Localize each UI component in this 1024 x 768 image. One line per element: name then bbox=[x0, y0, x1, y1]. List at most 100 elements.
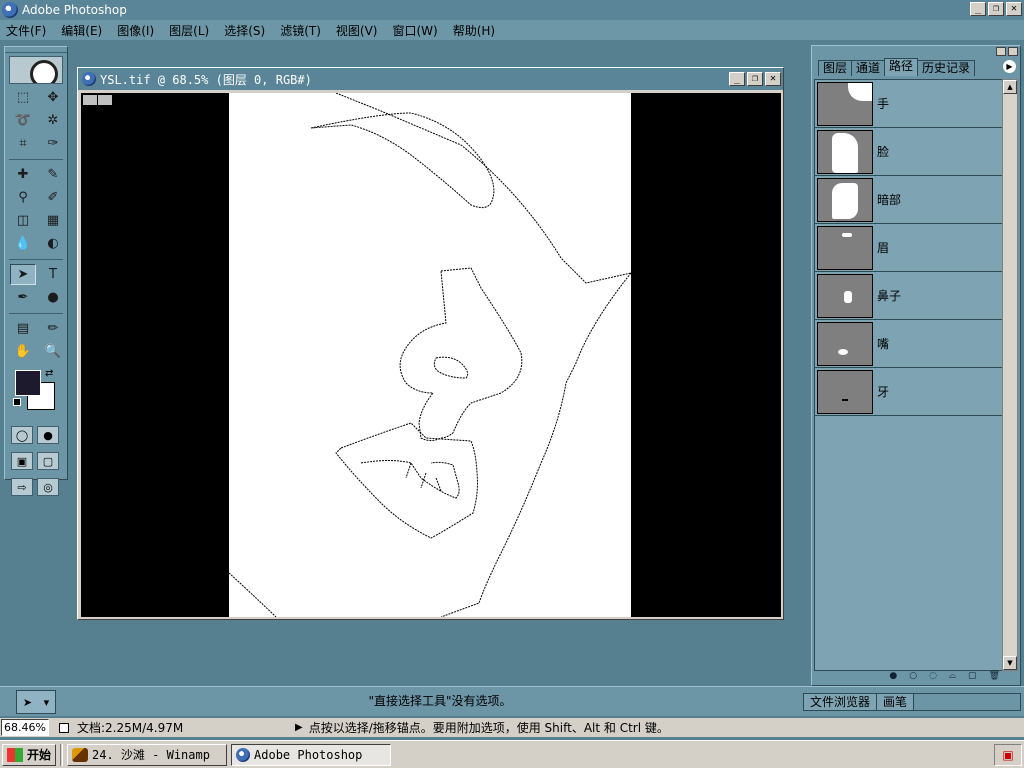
path-thumbnail bbox=[817, 273, 873, 318]
network-icon[interactable]: ▣ bbox=[1002, 748, 1013, 762]
standard-mode-icon[interactable]: ◯ bbox=[11, 426, 33, 444]
toolbox-divider bbox=[9, 154, 63, 160]
palette-footer: ● ○ ◌ ⌓ ▢ 🗑 bbox=[814, 671, 1018, 683]
chevron-down-icon: ▾ bbox=[43, 695, 50, 709]
tab-paths[interactable]: 路径 bbox=[884, 58, 919, 76]
status-menu-arrow-icon[interactable]: ▶ bbox=[295, 722, 303, 733]
menu-help[interactable]: 帮助(H) bbox=[453, 22, 495, 39]
screen-modes: ▣ ▢ bbox=[5, 448, 67, 474]
document-info-icon[interactable] bbox=[59, 722, 69, 733]
path-item-nose[interactable]: 鼻子 bbox=[815, 272, 1003, 320]
delete-path-icon[interactable]: 🗑 bbox=[989, 671, 1000, 683]
document-window-controls: _ ❐ ✕ bbox=[729, 72, 781, 86]
eyedropper-tool-icon[interactable]: ✏ bbox=[40, 318, 66, 339]
jump-to-row: ⇨ ◎ bbox=[5, 474, 67, 500]
menu-select[interactable]: 选择(S) bbox=[224, 22, 265, 39]
menu-window[interactable]: 窗口(W) bbox=[392, 22, 437, 39]
options-hint: "直接选择工具"没有选项。 bbox=[368, 694, 512, 708]
notes-tool-icon[interactable]: ▤ bbox=[10, 318, 36, 339]
menu-edit[interactable]: 编辑(E) bbox=[61, 22, 102, 39]
palette-grip[interactable] bbox=[812, 46, 1020, 58]
palette-menu-icon[interactable]: ▶ bbox=[1003, 60, 1016, 73]
history-brush-tool-icon[interactable]: ✐ bbox=[40, 187, 66, 208]
gradient-tool-icon[interactable]: ▦ bbox=[40, 210, 66, 231]
palette-close-button[interactable] bbox=[1008, 47, 1018, 56]
slice-tool-icon[interactable]: ✑ bbox=[40, 133, 66, 154]
blur-tool-icon[interactable]: 💧 bbox=[10, 233, 36, 254]
path-item-face[interactable]: 脸 bbox=[815, 128, 1003, 176]
tab-history[interactable]: 历史记录 bbox=[917, 60, 976, 76]
path-item-hand[interactable]: 手 bbox=[815, 80, 1003, 128]
path-name: 眉 bbox=[877, 241, 890, 255]
zoom-field[interactable]: 68.46% bbox=[1, 719, 49, 736]
pen-tool-icon[interactable]: ✒ bbox=[10, 287, 36, 308]
new-path-icon[interactable]: ▢ bbox=[968, 671, 977, 683]
menu-image[interactable]: 图像(I) bbox=[117, 22, 154, 39]
move-tool-icon[interactable]: ✥ bbox=[40, 87, 66, 108]
load-selection-icon[interactable]: ◌ bbox=[929, 671, 937, 683]
close-button[interactable]: ✕ bbox=[1006, 2, 1022, 16]
default-colors-icon[interactable] bbox=[13, 398, 21, 406]
path-thumbnail bbox=[817, 129, 873, 174]
tab-layers[interactable]: 图层 bbox=[818, 60, 853, 76]
tool-grid-util: ▤ ✏ ✋ 🔍 bbox=[5, 318, 67, 362]
make-work-path-icon[interactable]: ⌓ bbox=[949, 671, 956, 683]
path-item-teeth[interactable]: 牙 bbox=[815, 368, 1003, 416]
quick-mask-mode-icon[interactable]: ● bbox=[37, 426, 59, 444]
magic-wand-tool-icon[interactable]: ✲ bbox=[40, 110, 66, 131]
tool-preset-picker[interactable]: ➤ ▾ bbox=[16, 690, 56, 714]
full-screen-menu-mode-icon[interactable]: ▢ bbox=[37, 452, 59, 470]
hand-tool-icon[interactable]: ✋ bbox=[10, 341, 36, 362]
swap-colors-icon[interactable]: ⇄ bbox=[45, 368, 53, 379]
start-button[interactable]: 开始 bbox=[2, 743, 57, 766]
winamp-icon bbox=[72, 747, 89, 762]
brush-tool-icon[interactable]: ✎ bbox=[40, 164, 66, 185]
menu-layer[interactable]: 图层(L) bbox=[169, 22, 209, 39]
path-item-shadow[interactable]: 暗部 bbox=[815, 176, 1003, 224]
scroll-down-icon[interactable]: ▼ bbox=[1003, 656, 1017, 670]
lasso-tool-icon[interactable]: ➰ bbox=[10, 110, 36, 131]
jump-to-imageready-icon[interactable]: ⇨ bbox=[11, 478, 33, 496]
tab-brushes[interactable]: 画笔 bbox=[876, 693, 915, 711]
status-hint: 点按以选择/拖移锚点。要用附加选项，使用 Shift、Alt 和 Ctrl 键。 bbox=[308, 721, 669, 735]
doc-minimize-button[interactable]: _ bbox=[729, 72, 745, 86]
task-photoshop[interactable]: Adobe Photoshop bbox=[231, 743, 392, 766]
stroke-path-icon[interactable]: ○ bbox=[909, 671, 917, 683]
toolbox-grip[interactable] bbox=[5, 47, 67, 53]
path-item-mouth[interactable]: 嘴 bbox=[815, 320, 1003, 368]
doc-maximize-button[interactable]: ❐ bbox=[747, 72, 763, 86]
palette-minimize-button[interactable] bbox=[996, 47, 1006, 56]
adobe-online-icon[interactable] bbox=[9, 56, 63, 84]
quick-mask-modes: ◯ ● bbox=[5, 422, 67, 448]
tab-channels[interactable]: 通道 bbox=[851, 60, 886, 76]
image-canvas[interactable] bbox=[81, 93, 781, 617]
fill-path-icon[interactable]: ● bbox=[889, 671, 897, 683]
palette-scrollbar[interactable]: ▲ ▼ bbox=[1002, 79, 1018, 671]
tab-file-browser[interactable]: 文件浏览器 bbox=[803, 693, 878, 711]
doc-close-button[interactable]: ✕ bbox=[765, 72, 781, 86]
task-winamp[interactable]: 24. 沙滩 - Winamp bbox=[67, 743, 228, 766]
zoom-tool-icon[interactable]: 🔍 bbox=[40, 341, 66, 362]
ellipse-tool-icon[interactable]: ● bbox=[40, 287, 66, 308]
taskbar-divider bbox=[60, 743, 64, 766]
type-tool-icon[interactable]: T bbox=[40, 264, 66, 285]
menu-file[interactable]: 文件(F) bbox=[6, 22, 46, 39]
crop-tool-icon[interactable]: ⌗ bbox=[10, 133, 36, 154]
menu-filter[interactable]: 滤镜(T) bbox=[280, 22, 321, 39]
dodge-tool-icon[interactable]: ◐ bbox=[40, 233, 66, 254]
imageready-icon[interactable]: ◎ bbox=[37, 478, 59, 496]
direct-selection-tool-icon[interactable]: ➤ bbox=[10, 264, 36, 285]
healing-brush-tool-icon[interactable]: ✚ bbox=[10, 164, 36, 185]
foreground-color-swatch[interactable] bbox=[15, 370, 41, 396]
eraser-tool-icon[interactable]: ◫ bbox=[10, 210, 36, 231]
clone-stamp-tool-icon[interactable]: ⚲ bbox=[10, 187, 36, 208]
tool-grid-paint: ✚ ✎ ⚲ ✐ ◫ ▦ 💧 ◐ bbox=[5, 164, 67, 254]
restore-button[interactable]: ❐ bbox=[988, 2, 1004, 16]
menu-view[interactable]: 视图(V) bbox=[336, 22, 378, 39]
minimize-button[interactable]: _ bbox=[970, 2, 986, 16]
document-title-bar[interactable]: YSL.tif @ 68.5% (图层 0, RGB#) _ ❐ ✕ bbox=[78, 68, 783, 90]
marquee-tool-icon[interactable]: ⬚ bbox=[10, 87, 36, 108]
standard-screen-mode-icon[interactable]: ▣ bbox=[11, 452, 33, 470]
path-item-eyebrow[interactable]: 眉 bbox=[815, 224, 1003, 272]
scroll-up-icon[interactable]: ▲ bbox=[1003, 80, 1017, 94]
